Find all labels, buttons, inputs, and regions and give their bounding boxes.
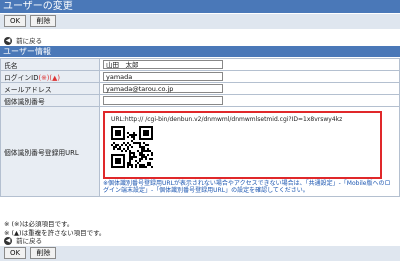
required-mark: (※)(▲) bbox=[38, 73, 60, 82]
ok-button[interactable]: OK bbox=[4, 247, 27, 259]
reg-url-note: ※個体識別番号登録用URLが表示されない場合やアクセスできない場合は、「共通設定… bbox=[103, 180, 391, 194]
email-input[interactable]: yamada@tarou.co.jp bbox=[103, 84, 223, 93]
login-label: ログインID(※)(▲) bbox=[0, 70, 100, 83]
back-link[interactable]: ◀ 前に戻る bbox=[4, 36, 42, 46]
back-arrow-icon: ◀ bbox=[4, 237, 12, 245]
ok-button[interactable]: OK bbox=[4, 15, 27, 27]
section-header: ユーザー情報 bbox=[0, 46, 400, 57]
device-id-input[interactable] bbox=[103, 96, 223, 105]
bottom-toolbar: OK 削除 bbox=[0, 246, 400, 261]
back-link-bottom[interactable]: ◀ 前に戻る bbox=[4, 236, 42, 246]
back-link-label: 前に戻る bbox=[16, 237, 43, 245]
page-title: ユーザーの変更 bbox=[0, 0, 400, 13]
delete-button[interactable]: 削除 bbox=[30, 15, 57, 27]
delete-button[interactable]: 削除 bbox=[30, 247, 57, 259]
email-label: メールアドレス bbox=[0, 82, 100, 95]
reg-url-highlight: URL:http:// /cgi-bin/denbun.v2/dnmwml/dn… bbox=[103, 111, 382, 179]
qr-code-image bbox=[111, 126, 153, 168]
login-id-input[interactable]: yamada bbox=[103, 72, 223, 81]
device-id-label: 個体識別番号 bbox=[0, 94, 100, 107]
login-label-text: ログインID bbox=[4, 73, 39, 82]
back-arrow-icon: ◀ bbox=[4, 37, 12, 45]
name-label: 氏名 bbox=[0, 58, 100, 71]
back-link-label: 前に戻る bbox=[16, 37, 43, 45]
top-toolbar: OK 削除 bbox=[0, 14, 400, 29]
reg-url-text[interactable]: URL:http:// /cgi-bin/denbun.v2/dnmwml/dn… bbox=[111, 116, 342, 123]
user-form: 氏名 山田 太郎 ログインID(※)(▲) yamada メールアドレス yam… bbox=[0, 58, 400, 197]
reg-url-label: 個体識別番号登録用URL bbox=[0, 106, 100, 197]
name-input[interactable]: 山田 太郎 bbox=[103, 60, 223, 69]
